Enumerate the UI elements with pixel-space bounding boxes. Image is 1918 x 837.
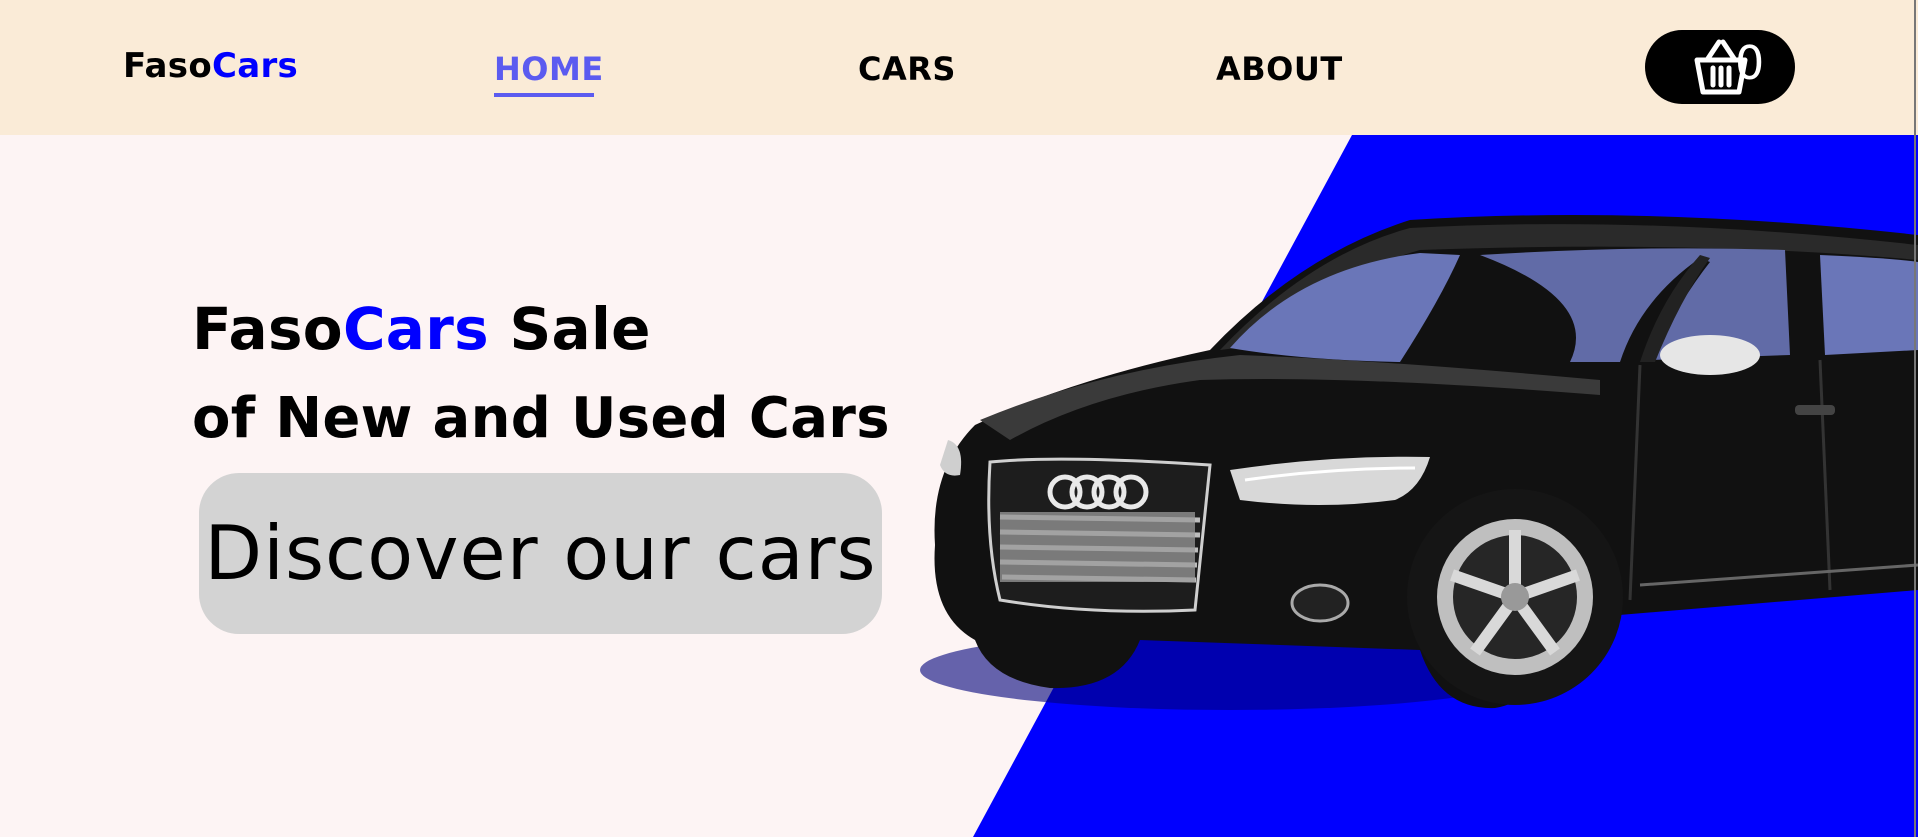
hero-subtitle: of New and Used Cars <box>192 386 890 451</box>
logo-text-part2: Cars <box>211 46 299 86</box>
logo-text-part1: Faso <box>123 46 212 86</box>
site-logo[interactable]: FasoCars <box>123 46 298 86</box>
nav-link-home[interactable]: HOME <box>494 50 604 88</box>
cart-count: 0 <box>1735 36 1765 90</box>
top-navbar: FasoCars HOME CARS ABOUT 0 <box>0 0 1918 135</box>
hero-title-rest: Sale <box>488 295 651 363</box>
cart-button[interactable]: 0 <box>1645 30 1795 104</box>
scrollbar[interactable] <box>1914 0 1916 837</box>
hero-brand-part2: Cars <box>342 295 489 363</box>
hero-title: FasoCars Sale of New and Used Cars <box>192 284 890 464</box>
hero-brand-part1: Faso <box>192 295 343 363</box>
nav-link-cars[interactable]: CARS <box>858 50 956 88</box>
active-link-underline <box>494 93 594 97</box>
discover-cars-button[interactable]: Discover our cars <box>199 473 882 634</box>
nav-link-about[interactable]: ABOUT <box>1216 50 1343 88</box>
